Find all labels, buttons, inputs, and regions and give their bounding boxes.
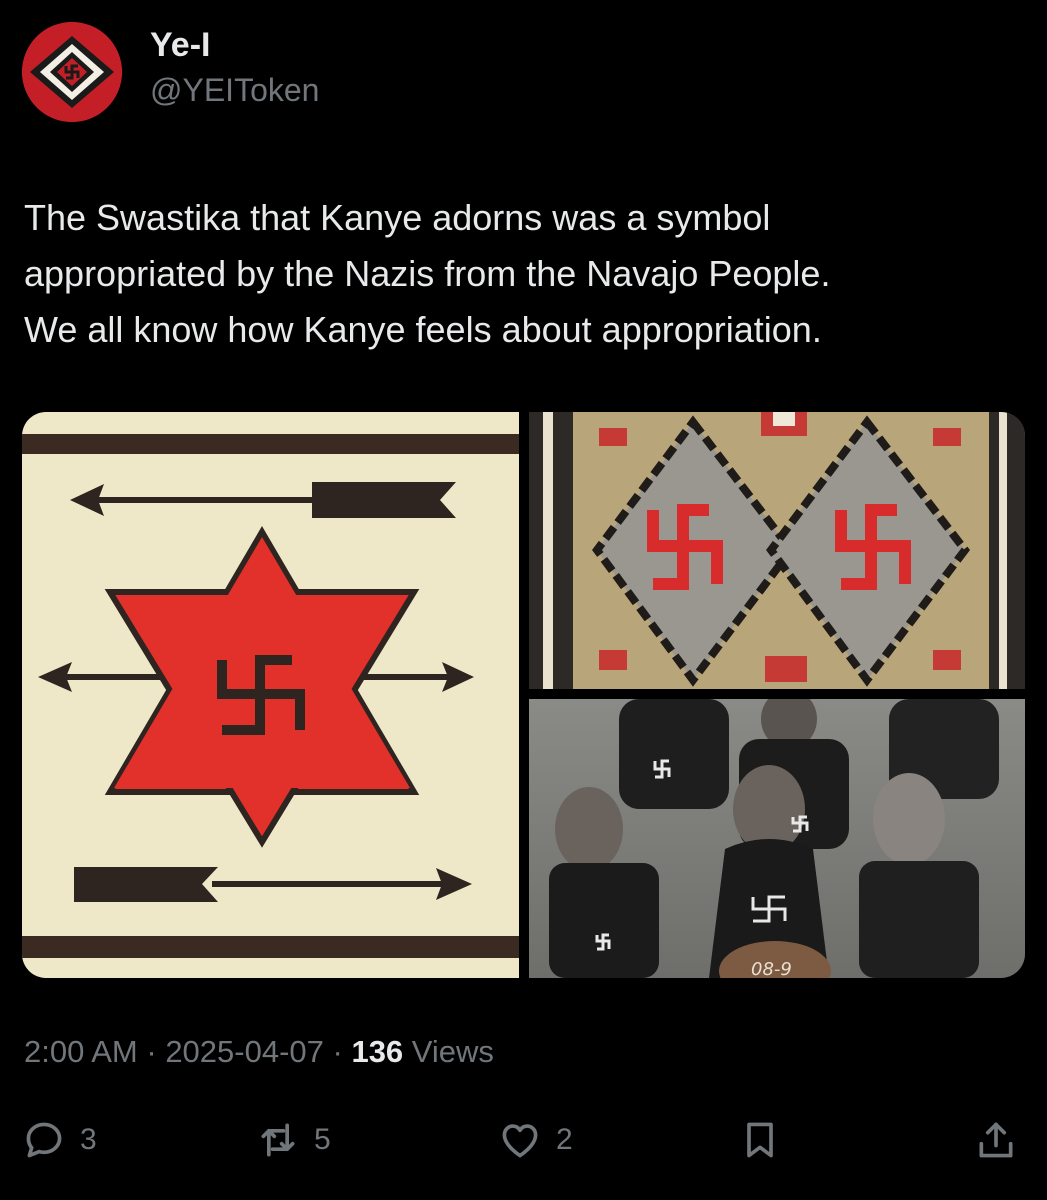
like-count: 2 [556, 1123, 573, 1156]
navajo-rug-star-image[interactable] [22, 412, 519, 978]
share-icon [979, 1122, 1013, 1158]
tweet-text-line: appropriated by the Nazis from the Navaj… [24, 253, 831, 294]
display-name[interactable]: Ye-I [150, 26, 210, 65]
share-button[interactable] [974, 1110, 1018, 1170]
reply-count: 3 [80, 1123, 97, 1156]
bookmark-button[interactable] [738, 1110, 782, 1170]
meta-separator: · [323, 1034, 352, 1069]
bookmark-icon [747, 1122, 773, 1158]
views-label: Views [403, 1034, 494, 1069]
user-handle[interactable]: @YEIToken [150, 72, 319, 109]
tweet-text-line: We all know how Kanye feels about approp… [24, 309, 822, 350]
tweet-text-line: The Swastika that Kanye adorns was a sym… [24, 197, 771, 238]
navajo-rug-pattern-image[interactable] [529, 412, 1025, 689]
action-bar: 3 5 2 [0, 1110, 1047, 1170]
meta-separator: · [137, 1034, 166, 1069]
media-grid: 08-9 [22, 412, 1025, 978]
reply-icon [26, 1122, 62, 1158]
avatar[interactable] [22, 22, 122, 122]
repost-icon [261, 1123, 295, 1157]
views-count: 136 [351, 1034, 404, 1069]
avatar-logo-icon [22, 22, 122, 122]
tweet-time[interactable]: 2:00 AM [24, 1034, 138, 1069]
basketball-team-photo[interactable]: 08-9 [529, 699, 1025, 978]
reply-button[interactable]: 3 [22, 1110, 97, 1170]
heart-icon [502, 1124, 538, 1158]
tweet-meta: 2:00 AM · 2025-04-07 · 136 Views [24, 1034, 494, 1070]
tweet-text: The Swastika that Kanye adorns was a sym… [24, 190, 1014, 358]
like-button[interactable]: 2 [498, 1110, 573, 1170]
tweet-date[interactable]: 2025-04-07 [165, 1034, 324, 1069]
basketball-label: 08-9 [751, 959, 792, 978]
repost-button[interactable]: 5 [256, 1110, 331, 1170]
repost-count: 5 [314, 1123, 331, 1156]
